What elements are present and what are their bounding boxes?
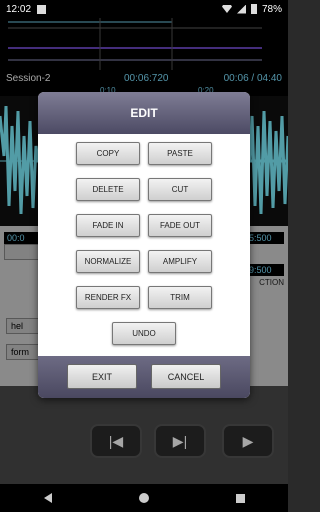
cancel-button[interactable]: CANCEL <box>151 364 221 389</box>
navigation-bar <box>0 484 288 512</box>
battery-icon <box>250 4 257 14</box>
fade-out-button[interactable]: FADE OUT <box>148 214 212 237</box>
exit-button[interactable]: EXIT <box>67 364 137 389</box>
cut-button[interactable]: CUT <box>148 178 212 201</box>
signal-icon <box>236 4 246 14</box>
battery-percent: 78% <box>261 3 282 15</box>
fade-in-button[interactable]: FADE IN <box>76 214 140 237</box>
edit-dialog: EDIT COPY PASTE DELETE CUT FADE IN FADE … <box>38 92 250 398</box>
delete-button[interactable]: DELETE <box>76 178 140 201</box>
back-icon[interactable] <box>43 493 52 503</box>
trim-button[interactable]: TRIM <box>148 286 212 309</box>
dialog-title: EDIT <box>38 92 250 134</box>
copy-button[interactable]: COPY <box>76 142 140 165</box>
wifi-icon <box>221 5 232 13</box>
home-icon[interactable] <box>138 493 149 503</box>
recent-apps-icon[interactable] <box>235 493 245 503</box>
amplify-button[interactable]: AMPLIFY <box>148 250 212 273</box>
status-time: 12:02 <box>6 3 32 15</box>
render-fx-button[interactable]: RENDER FX <box>76 286 140 309</box>
normalize-button[interactable]: NORMALIZE <box>76 250 140 273</box>
dialog-body: COPY PASTE DELETE CUT FADE IN FADE OUT N… <box>38 134 250 356</box>
status-bar: 12:02 78% <box>0 0 288 18</box>
undo-button[interactable]: UNDO <box>112 322 176 345</box>
paste-button[interactable]: PASTE <box>148 142 212 165</box>
app-root: 12:02 78% Session-2 00:06:720 00:06 / 04… <box>0 0 288 512</box>
image-notification-icon <box>37 4 47 14</box>
